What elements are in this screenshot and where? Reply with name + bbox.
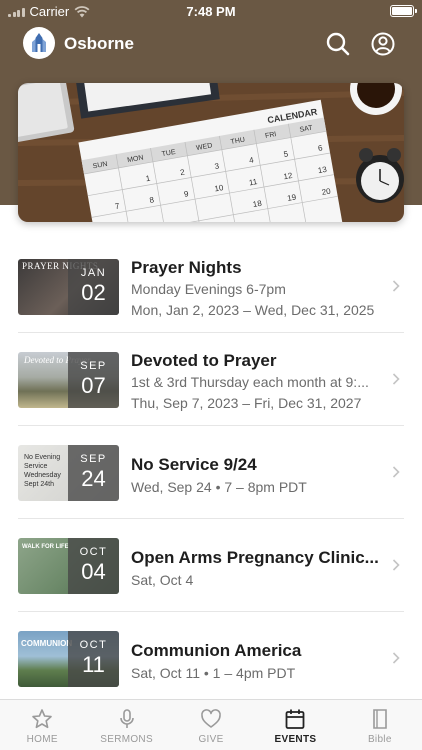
event-title: Devoted to Prayer: [131, 351, 277, 370]
event-month: SEP: [80, 453, 107, 465]
event-title: Open Arms Pregnancy Clinic...: [131, 548, 379, 567]
church-logo[interactable]: [23, 27, 55, 59]
event-row[interactable]: PRAYER NIGHTS JAN 02 Prayer Nights Monday Ev…: [0, 240, 422, 333]
calendar-icon: [286, 709, 305, 729]
event-day: 24: [81, 466, 106, 491]
event-row[interactable]: COMMUNION OCT 11 Communion America Sat, Oct …: [0, 612, 422, 705]
event-date-range: Thu, Sep 7, 2023 – Fri, Dec 31, 2027: [131, 395, 362, 411]
event-month: JAN: [80, 267, 107, 279]
event-thumbnail-text: WALK FOR LIFE: [22, 544, 69, 550]
tab-home-label: HOME: [26, 734, 58, 745]
event-title: Communion America: [131, 641, 302, 660]
events-list: PRAYER NIGHTS JAN 02 Prayer Nights Monday Ev…: [0, 240, 422, 705]
event-date-badge: SEP 24: [68, 445, 119, 501]
event-day: 02: [81, 280, 106, 305]
book-icon: [373, 709, 387, 729]
heart-icon: [201, 709, 221, 728]
event-day: 04: [81, 559, 106, 584]
event-title: Prayer Nights: [131, 258, 242, 277]
tab-bar: HOME SERMONS GIVE EVENTS Bible: [0, 699, 422, 750]
status-time: 7:48 PM: [186, 4, 236, 19]
microphone-icon: [119, 709, 134, 728]
event-day: 11: [82, 652, 105, 677]
chevron-right-icon: [392, 652, 400, 664]
status-bar: Carrier 7:48 PM: [0, 0, 422, 22]
event-date-badge: SEP 07: [68, 352, 119, 408]
event-date-badge: OCT 04: [68, 538, 119, 594]
event-thumbnail: WALK FOR LIFE OCT 04: [18, 538, 119, 594]
battery-icon: [390, 5, 417, 17]
event-thumbnail: COMMUNION OCT 11: [18, 631, 119, 687]
hero-banner-image[interactable]: CALENDAR SUN MON TUE WED THU FRI SAT 123 456 7…: [18, 83, 404, 222]
event-row[interactable]: WALK FOR LIFE OCT 04 Open Arms Pregnancy Cl…: [0, 519, 422, 612]
event-schedule: Monday Evenings 6-7pm: [131, 281, 286, 297]
tab-events[interactable]: EVENTS: [253, 700, 337, 750]
event-title: No Service 9/24: [131, 455, 257, 474]
event-schedule: Wed, Sep 24 • 7 – 8pm PDT: [131, 479, 307, 495]
event-row[interactable]: Devoted to Prayer SEP 07 Devoted to Prayer 1…: [0, 333, 422, 426]
tab-home[interactable]: HOME: [0, 700, 84, 750]
chevron-right-icon: [392, 373, 400, 385]
event-thumbnail: Devoted to Prayer SEP 07: [18, 352, 119, 408]
chevron-right-icon: [392, 280, 400, 292]
event-date-badge: JAN 02: [68, 259, 119, 315]
tab-bible[interactable]: Bible: [338, 700, 422, 750]
tab-bible-label: Bible: [367, 734, 392, 745]
event-day: 07: [81, 373, 106, 398]
event-date-range: Mon, Jan 2, 2023 – Wed, Dec 31, 2025: [131, 302, 375, 318]
tab-events-label: EVENTS: [274, 734, 317, 745]
church-logo-icon: [32, 33, 46, 52]
event-month: SEP: [80, 360, 107, 372]
event-thumbnail: PRAYER NIGHTS JAN 02: [18, 259, 119, 315]
app-header: Osborne: [0, 22, 422, 66]
profile-icon[interactable]: [370, 31, 396, 57]
event-thumbnail: No Evening Service Wednesday Sept 24th SE…: [18, 445, 119, 501]
event-month: OCT: [79, 546, 108, 558]
tab-give-label: GIVE: [198, 734, 224, 745]
app-title: Osborne: [64, 34, 134, 53]
chevron-right-icon: [392, 559, 400, 571]
event-thumbnail-text: No Evening Service Wednesday Sept 24th: [24, 454, 61, 488]
tab-give[interactable]: GIVE: [169, 700, 253, 750]
event-schedule: 1st & 3rd Thursday each month at 9:...: [131, 374, 369, 390]
event-date-badge: OCT 11: [68, 631, 119, 687]
event-row[interactable]: No Evening Service Wednesday Sept 24th SE…: [0, 426, 422, 519]
chevron-right-icon: [392, 466, 400, 478]
hero-calendar-illustration: CALENDAR SUNMONTUEWEDTHUFRISAT 123 456 7…: [18, 83, 404, 222]
event-schedule: Sat, Oct 11 • 1 – 4pm PDT: [131, 665, 296, 681]
search-icon[interactable]: [325, 31, 351, 57]
event-schedule: Sat, Oct 4: [131, 572, 194, 588]
event-month: OCT: [79, 639, 108, 651]
star-icon: [32, 709, 53, 729]
tab-sermons[interactable]: SERMONS: [84, 700, 168, 750]
event-thumbnail-text: COMMUNION: [21, 639, 73, 648]
tab-sermons-label: SERMONS: [100, 734, 153, 745]
